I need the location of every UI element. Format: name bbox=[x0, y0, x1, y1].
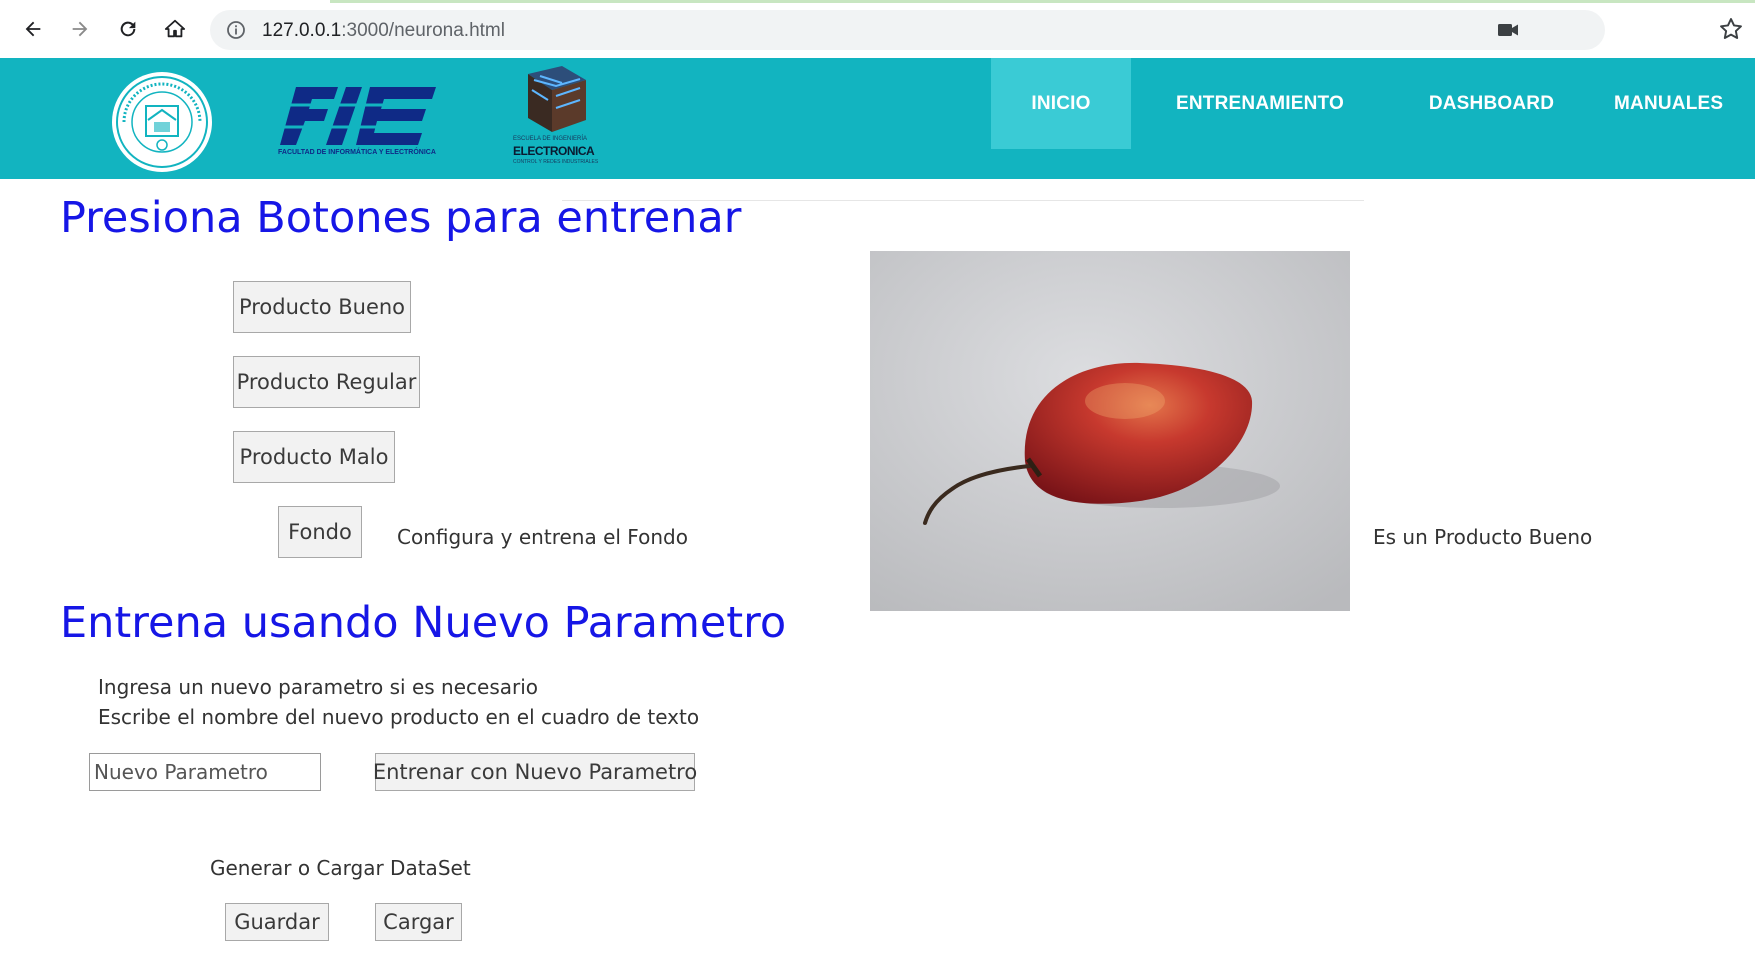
electronica-caption-main: ELECTRONICA bbox=[513, 144, 595, 158]
electronica-cube-icon bbox=[528, 66, 586, 132]
nav-inicio[interactable]: INICIO bbox=[991, 58, 1131, 149]
nav-manuales[interactable]: MANUALES bbox=[1594, 58, 1754, 149]
fie-logo-mark bbox=[276, 87, 446, 145]
electronica-logo[interactable]: ESCUELA DE INGENIERÍA ELECTRONICA CONTRO… bbox=[510, 66, 600, 170]
back-arrow-icon[interactable] bbox=[16, 12, 50, 46]
instruction-line-2: Escribe el nombre del nuevo producto en … bbox=[98, 705, 700, 729]
fondo-button[interactable]: Fondo bbox=[278, 506, 362, 558]
load-button[interactable]: Cargar bbox=[375, 903, 462, 941]
producto-malo-button[interactable]: Producto Malo bbox=[233, 431, 395, 483]
browser-toolbar: 127.0.0.1:3000/neurona.html bbox=[0, 0, 1755, 59]
page-load-bar bbox=[330, 0, 1755, 3]
section-title-new-param: Entrena usando Nuevo Parametro bbox=[60, 598, 787, 648]
instruction-line-1: Ingresa un nuevo parametro si es necesar… bbox=[98, 675, 539, 699]
dataset-label: Generar o Cargar DataSet bbox=[210, 856, 471, 880]
electronica-caption-top: ESCUELA DE INGENIERÍA bbox=[513, 136, 588, 142]
url-text: 127.0.0.1:3000/neurona.html bbox=[262, 20, 505, 42]
fondo-note: Configura y entrena el Fondo bbox=[397, 525, 688, 549]
reload-icon[interactable] bbox=[111, 12, 145, 46]
main-nav: INICIO ENTRENAMIENTO DASHBOARD MANUALES bbox=[991, 58, 1754, 149]
address-bar[interactable]: 127.0.0.1:3000/neurona.html bbox=[210, 10, 1605, 50]
fie-logo[interactable]: FACULTAD DE INFORMÁTICA Y ELECTRÓNICA bbox=[276, 83, 446, 163]
url-path: :3000/neurona.html bbox=[341, 20, 505, 41]
camera-icon[interactable] bbox=[1497, 20, 1519, 40]
home-icon[interactable] bbox=[158, 12, 192, 46]
star-icon[interactable] bbox=[1718, 16, 1744, 42]
new-param-input[interactable] bbox=[89, 753, 321, 791]
save-button[interactable]: Guardar bbox=[225, 903, 329, 941]
espoch-seal-logo[interactable] bbox=[110, 70, 214, 174]
tamarillo-photo bbox=[870, 251, 1350, 611]
section-title-train: Presiona Botones para entrenar bbox=[60, 193, 742, 243]
train-new-param-button[interactable]: Entrenar con Nuevo Parametro bbox=[373, 753, 697, 791]
info-icon[interactable] bbox=[226, 20, 246, 40]
electronica-caption-sub: CONTROL Y REDES INDUSTRIALES bbox=[513, 159, 599, 165]
nav-entrenamiento[interactable]: ENTRENAMIENTO bbox=[1131, 58, 1389, 149]
producto-regular-button[interactable]: Producto Regular bbox=[233, 356, 420, 408]
prediction-result: Es un Producto Bueno bbox=[1373, 525, 1593, 549]
site-header: FACULTAD DE INFORMÁTICA Y ELECTRÓNICA ES… bbox=[0, 58, 1755, 179]
url-host: 127.0.0.1 bbox=[262, 20, 342, 41]
producto-bueno-button[interactable]: Producto Bueno bbox=[233, 281, 411, 333]
fie-caption: FACULTAD DE INFORMÁTICA Y ELECTRÓNICA bbox=[278, 149, 436, 156]
nav-dashboard[interactable]: DASHBOARD bbox=[1389, 58, 1594, 149]
camera-preview-image bbox=[870, 251, 1350, 611]
forward-arrow-icon[interactable] bbox=[63, 12, 97, 46]
